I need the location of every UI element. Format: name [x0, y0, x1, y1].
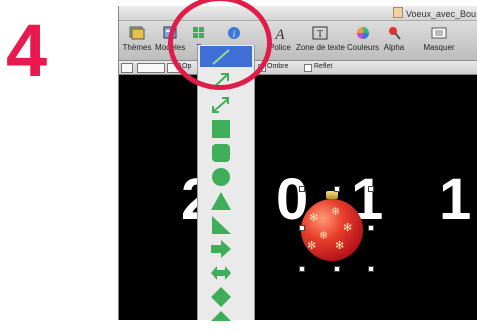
arrow-shape-icon[interactable]: [210, 239, 232, 259]
alpha-wand-icon: [389, 27, 401, 40]
themes-button[interactable]: Thèmes: [120, 24, 154, 59]
title-bar: Voeux_avec_Bou: [119, 6, 477, 21]
mask-icon: [431, 27, 447, 39]
color-wheel-icon: [357, 27, 369, 39]
snowflake-icon: ✼: [307, 240, 317, 252]
diamond-shape-icon[interactable]: [210, 287, 232, 307]
double-arrow-shape-icon[interactable]: [210, 263, 232, 283]
couleurs-label: Couleurs: [347, 43, 380, 52]
rounded-square-shape-icon[interactable]: [210, 143, 232, 163]
themes-label: Thèmes: [122, 43, 152, 52]
selection-handle[interactable]: [299, 225, 305, 231]
reflection-checkbox[interactable]: [304, 64, 312, 72]
zone-texte-label: Zone de texte: [296, 43, 345, 52]
snowflake-icon: ✻: [343, 222, 353, 234]
document-title: Voeux_avec_Bou: [392, 7, 476, 19]
svg-text:A: A: [274, 27, 285, 40]
snowflake-icon: ❄: [319, 230, 329, 242]
document-icon: [392, 7, 403, 18]
step-number: 4: [6, 9, 48, 92]
format-control-1[interactable]: [121, 63, 133, 73]
masquer-button[interactable]: Masquer: [421, 24, 457, 59]
alpha-button[interactable]: Alpha: [382, 24, 406, 59]
christmas-ornament-image[interactable]: ✻ ❄ ✻ ❄ ✻ ✼: [301, 191, 363, 261]
reflection-label: Reflet: [314, 63, 333, 70]
double-arrow-line-shape-icon[interactable]: [210, 95, 232, 115]
snowflake-icon: ✻: [335, 240, 345, 252]
selection-handle[interactable]: [334, 186, 340, 192]
snowflake-icon: ✻: [309, 212, 319, 224]
shadow-label: Ombre: [267, 63, 289, 70]
alpha-label: Alpha: [383, 43, 405, 52]
selection-handle[interactable]: [299, 186, 305, 192]
selection-handle[interactable]: [368, 186, 374, 192]
document-title-text: Voeux_avec_Bou: [405, 9, 476, 19]
triangle-shape-icon[interactable]: [210, 191, 232, 211]
selection-handle[interactable]: [334, 266, 340, 272]
font-icon: A: [274, 27, 285, 40]
svg-text:T: T: [317, 29, 323, 40]
square-shape-icon[interactable]: [210, 119, 232, 139]
themes-icon: [129, 26, 145, 40]
partial-shape-icon[interactable]: [210, 311, 232, 331]
text-box-icon: T: [312, 26, 328, 40]
right-triangle-shape-icon[interactable]: [210, 215, 232, 235]
highlight-circle: [168, 0, 272, 90]
selection-handle[interactable]: [368, 225, 374, 231]
selection-handle[interactable]: [299, 266, 305, 272]
circle-shape-icon[interactable]: [210, 167, 232, 187]
slide-digit-1b[interactable]: 1: [439, 171, 471, 229]
selection-handle[interactable]: [368, 266, 374, 272]
masquer-label: Masquer: [423, 43, 455, 52]
ornament-cap: [326, 191, 338, 199]
zone-texte-button[interactable]: T Zone de texte: [296, 24, 345, 59]
couleurs-button[interactable]: Couleurs: [347, 24, 379, 59]
snowflake-icon: ❄: [331, 206, 341, 218]
line-style-select[interactable]: [137, 63, 165, 73]
